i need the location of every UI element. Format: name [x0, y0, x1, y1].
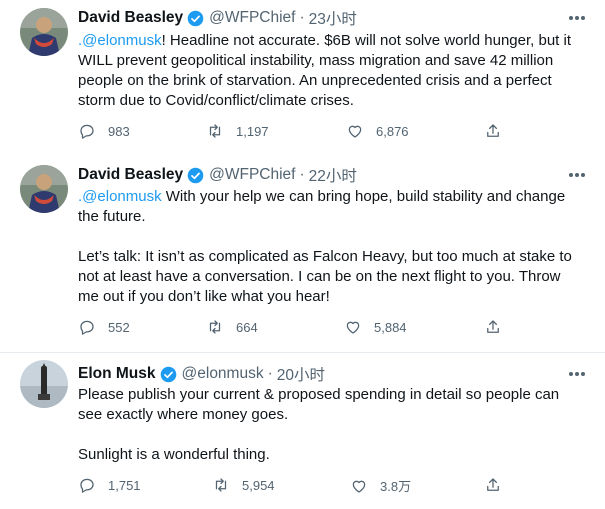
- reply-count: 983: [108, 123, 130, 139]
- retweet-count: 664: [236, 319, 258, 335]
- tweet[interactable]: Elon Musk @elonmusk · 20小时 Please publis…: [0, 353, 605, 509]
- tweet-text: .@elonmusk! Headline not accurate. $6B w…: [78, 31, 583, 111]
- like-count: 3.8万: [380, 479, 412, 494]
- like-icon: [348, 125, 362, 138]
- avatar[interactable]: [20, 360, 68, 408]
- like-button[interactable]: 6,876: [346, 122, 409, 140]
- tweet-text: Please publish your current & proposed s…: [78, 385, 583, 465]
- author-name[interactable]: Elon Musk: [78, 365, 156, 383]
- author-name[interactable]: David Beasley: [78, 166, 183, 184]
- mention-link[interactable]: .@elonmusk: [78, 32, 162, 49]
- share-button[interactable]: [484, 476, 514, 494]
- avatar-image: [20, 360, 68, 408]
- tweet-text: .@elonmusk With your help we can bring h…: [78, 187, 583, 307]
- retweet-count: 5,954: [242, 477, 275, 493]
- tweet[interactable]: David Beasley @WFPChief · 22小时 .@elonmus…: [0, 158, 605, 352]
- like-count: 6,876: [376, 123, 409, 139]
- retweet-icon: [209, 124, 221, 138]
- like-icon: [352, 480, 366, 493]
- more-icon[interactable]: [567, 364, 587, 384]
- separator: ·: [299, 166, 305, 183]
- reply-count: 552: [108, 319, 130, 335]
- like-button[interactable]: 5,884: [344, 318, 407, 336]
- reply-icon: [80, 320, 94, 335]
- more-icon[interactable]: [567, 165, 587, 185]
- reply-icon: [80, 124, 94, 139]
- author-name[interactable]: David Beasley: [78, 9, 183, 27]
- share-icon: [487, 320, 499, 333]
- timestamp[interactable]: 23小时: [309, 7, 357, 29]
- share-icon: [487, 478, 499, 491]
- tweet-body: Please publish your current & proposed s…: [78, 386, 560, 463]
- reply-count: 1,751: [108, 477, 141, 493]
- timestamp[interactable]: 22小时: [309, 164, 357, 186]
- retweet-icon: [215, 478, 227, 492]
- more-icon[interactable]: [567, 8, 587, 28]
- separator: ·: [267, 365, 273, 382]
- author-handle[interactable]: @WFPChief: [209, 166, 295, 184]
- share-icon: [487, 124, 499, 137]
- reply-button[interactable]: 552: [78, 318, 130, 336]
- share-button[interactable]: [484, 122, 514, 140]
- reply-button[interactable]: 1,751: [78, 476, 141, 494]
- author-handle[interactable]: @elonmusk: [182, 365, 264, 383]
- tweet-body: With your help we can bring hope, build …: [78, 188, 572, 305]
- retweet-button[interactable]: 5,954: [212, 476, 275, 494]
- verified-badge-icon: [160, 366, 176, 382]
- avatar[interactable]: [20, 8, 68, 56]
- like-button[interactable]: 3.8万: [350, 476, 411, 495]
- author-handle[interactable]: @WFPChief: [209, 9, 295, 27]
- retweet-button[interactable]: 1,197: [206, 122, 269, 140]
- mention-link[interactable]: .@elonmusk: [78, 188, 162, 205]
- retweet-button[interactable]: 664: [206, 318, 258, 336]
- timestamp[interactable]: 20小时: [277, 363, 325, 385]
- verified-badge-icon: [187, 10, 204, 26]
- retweet-count: 1,197: [236, 123, 269, 139]
- avatar[interactable]: [20, 165, 68, 213]
- like-count: 5,884: [374, 319, 407, 335]
- separator: ·: [299, 9, 305, 26]
- verified-badge-icon: [187, 167, 204, 183]
- tweet[interactable]: David Beasley @WFPChief · 23小时 .@elonmus…: [0, 0, 605, 158]
- reply-button[interactable]: 983: [78, 122, 130, 140]
- like-icon: [346, 321, 360, 334]
- avatar-image: [20, 165, 68, 213]
- avatar-image: [20, 8, 68, 56]
- share-button[interactable]: [484, 318, 514, 336]
- retweet-icon: [209, 320, 221, 334]
- reply-icon: [80, 478, 94, 493]
